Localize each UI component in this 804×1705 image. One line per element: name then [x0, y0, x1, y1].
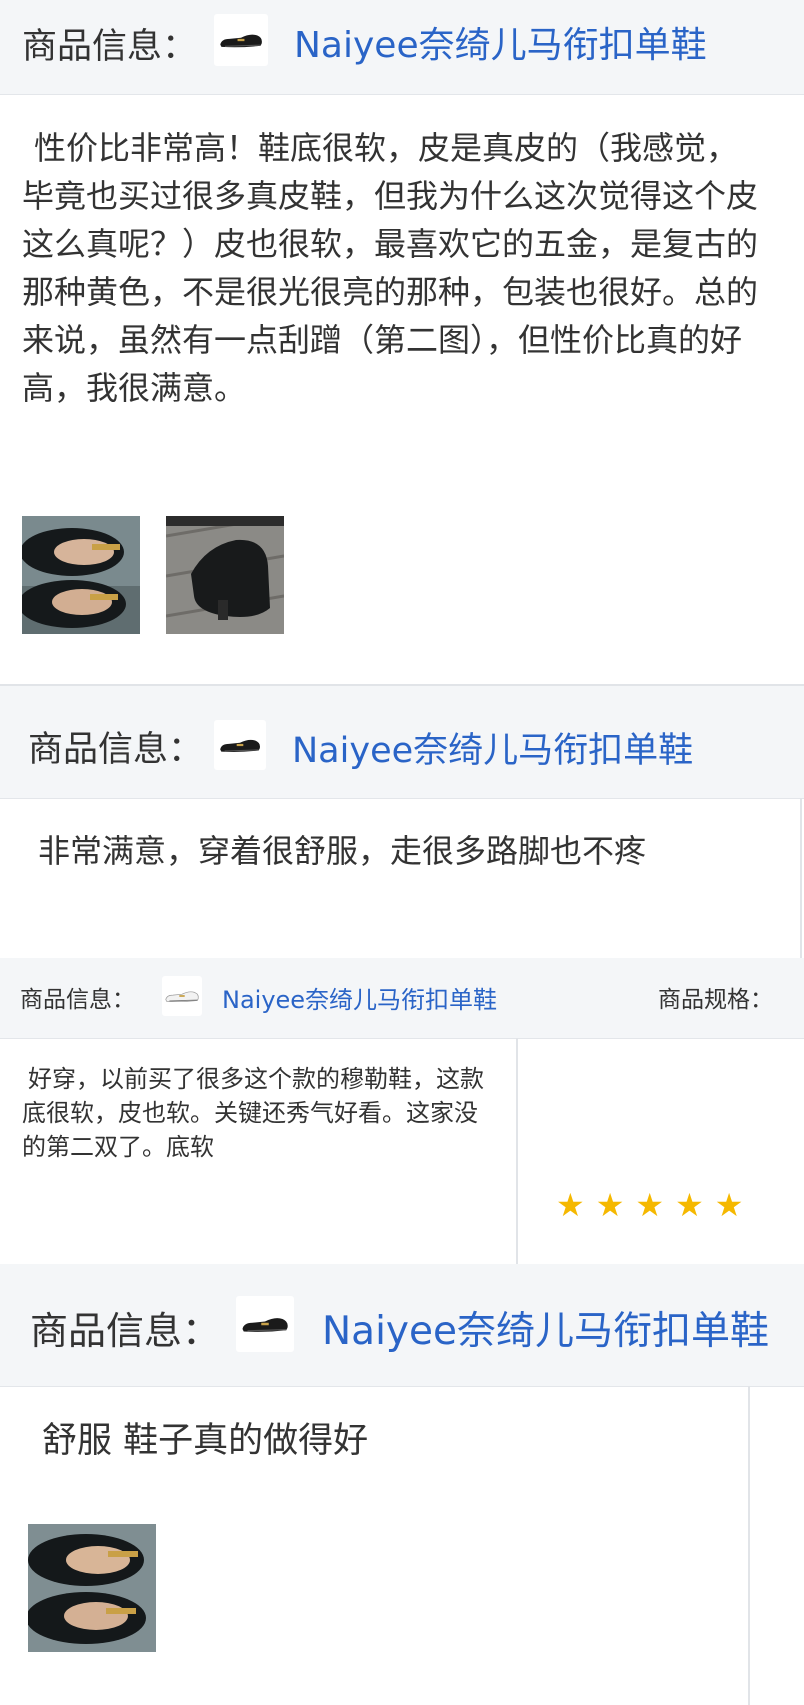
review-text: 好穿，以前买了很多这个款的穆勒鞋，这款底很软，皮也软。关键还秀气好看。这家没的第… — [22, 1065, 484, 1161]
divider — [800, 798, 802, 958]
product-name-link[interactable]: Naiyee奈绮儿马衔扣单鞋 — [322, 1300, 769, 1356]
product-spec-label: 商品规格： — [658, 987, 773, 1013]
review-text: 非常满意，穿着很舒服，走很多路脚也不疼 — [38, 832, 647, 870]
white-loafer-icon[interactable] — [162, 976, 202, 1016]
review-text: 舒服 鞋子真的做得好 — [42, 1421, 369, 1461]
black-loafer-icon[interactable] — [214, 720, 266, 770]
product-name-link[interactable]: Naiyee奈绮儿马衔扣单鞋 — [292, 722, 693, 773]
review-text: 性价比非常高！鞋底很软，皮是真皮的（我感觉，毕竟也买过很多真皮鞋，但我为什么这次… — [22, 129, 759, 407]
review-1-header: 商品信息： Naiyee奈绮儿马衔扣单鞋 — [0, 0, 804, 95]
black-loafer-pair-photo[interactable] — [28, 1524, 156, 1652]
divider — [516, 1038, 518, 1264]
review-4-header: 商品信息： Naiyee奈绮儿马衔扣单鞋 — [0, 1264, 804, 1387]
black-loafer-side-photo[interactable] — [166, 516, 284, 634]
product-name-link[interactable]: Naiyee奈绮儿马衔扣单鞋 — [222, 980, 497, 1015]
product-info-label: 商品信息： — [30, 1309, 221, 1353]
product-info-label: 商品信息： — [20, 987, 135, 1013]
black-loafer-pair-photo[interactable] — [22, 516, 140, 634]
review-3-header: 商品信息： Naiyee奈绮儿马衔扣单鞋 商品规格： — [0, 958, 804, 1039]
divider — [748, 1386, 750, 1705]
product-info-label: 商品信息： — [22, 27, 198, 67]
review-2-header: 商品信息： Naiyee奈绮儿马衔扣单鞋 — [0, 686, 804, 799]
product-name-link[interactable]: Naiyee奈绮儿马衔扣单鞋 — [294, 16, 707, 68]
black-loafer-icon[interactable] — [214, 14, 268, 66]
black-loafer-icon[interactable] — [236, 1296, 294, 1352]
rating-stars: ★★★★★ — [556, 1186, 755, 1224]
product-info-label: 商品信息： — [28, 730, 204, 770]
